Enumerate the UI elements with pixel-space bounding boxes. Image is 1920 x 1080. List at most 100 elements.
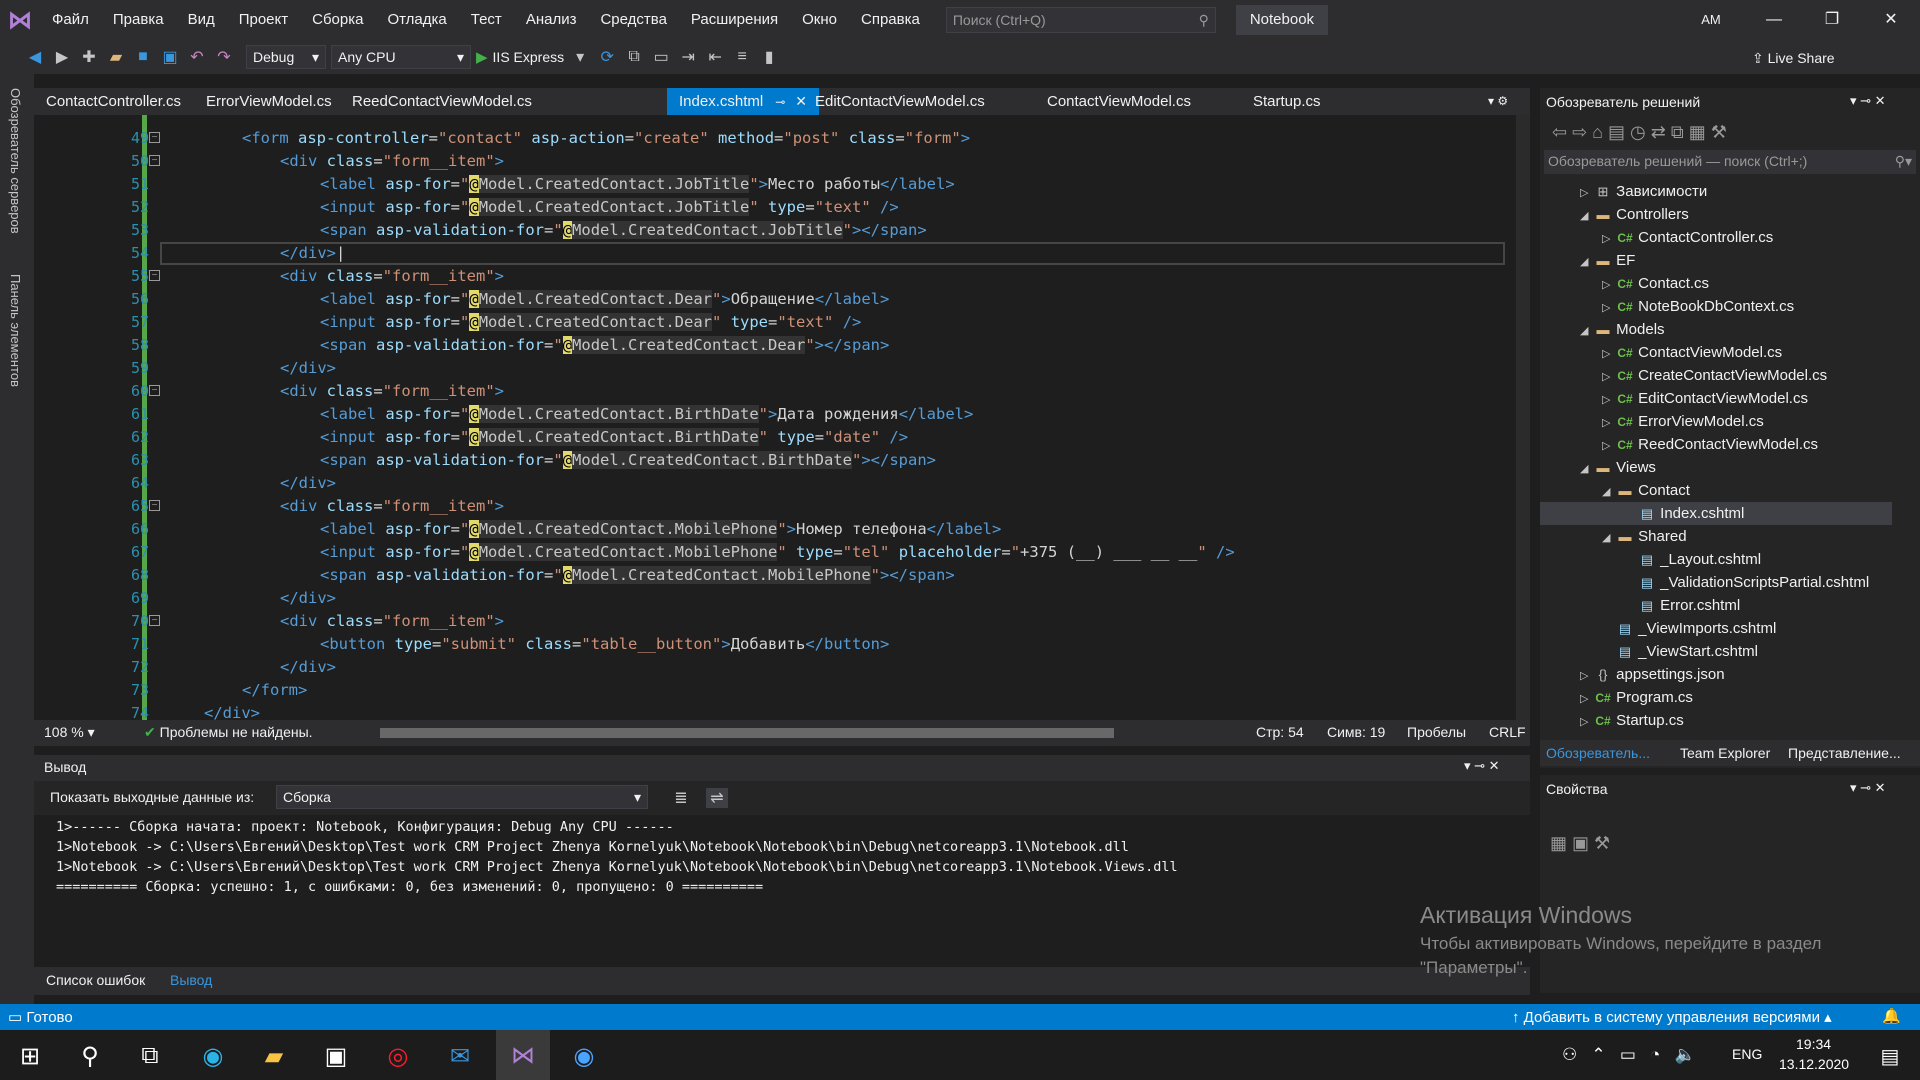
source-control-button[interactable]: ↑ Добавить в систему управления версиями… xyxy=(1512,1008,1832,1026)
edge-icon[interactable]: ◉ xyxy=(195,1038,231,1074)
tree-item[interactable]: ▷ C# Startup.cs xyxy=(1580,709,1684,732)
undo-icon[interactable]: ↶ xyxy=(186,47,208,67)
issues-indicator[interactable]: ✔ Проблемы не найдены. xyxy=(144,724,313,741)
eol-indicator[interactable]: CRLF xyxy=(1489,724,1526,740)
fold-icon[interactable]: − xyxy=(149,500,160,511)
outdent-icon[interactable]: ⇤ xyxy=(704,47,726,67)
play-icon[interactable]: ▶ xyxy=(476,48,488,66)
panel-menu-icon[interactable]: ▾ ⊸ ✕ xyxy=(1464,758,1500,774)
tree-item[interactable]: ▤ _ViewImports.cshtml xyxy=(1602,617,1776,640)
menu-view[interactable]: Вид xyxy=(176,0,227,40)
tree-item[interactable]: ◢ ▬ Contact xyxy=(1602,479,1690,502)
save-icon[interactable]: ■ xyxy=(132,48,154,66)
chrome-icon[interactable]: ◉ xyxy=(566,1038,602,1074)
tab-startup[interactable]: Startup.cs xyxy=(1241,88,1333,115)
search-icon[interactable]: ⚲ xyxy=(72,1038,108,1074)
open-folder-icon[interactable]: ▰ xyxy=(105,47,127,67)
properties-toolbar-icon[interactable]: ▦ ▣ ⚒ xyxy=(1550,833,1610,854)
tree-item[interactable]: ◢ ▬ Shared xyxy=(1602,525,1687,548)
fold-icon[interactable]: − xyxy=(149,132,160,143)
tree-item[interactable]: ▤ _Layout.cshtml xyxy=(1624,548,1761,571)
file-explorer-icon[interactable]: ▰ xyxy=(256,1038,292,1074)
system-tray-icons[interactable]: ⚇ ⌃ ▭ ◔ 🔈 xyxy=(1562,1045,1696,1065)
word-wrap-icon[interactable]: ⇌ xyxy=(706,788,728,808)
menu-window[interactable]: Окно xyxy=(790,0,849,40)
menu-file[interactable]: Файл xyxy=(40,0,101,40)
tab-solution-explorer[interactable]: Обозреватель... xyxy=(1546,745,1650,761)
tree-item[interactable]: ◢ ▬ Controllers xyxy=(1580,203,1689,226)
tree-item[interactable]: ▷ C# ContactController.cs xyxy=(1602,226,1773,249)
clock-date[interactable]: 13.12.2020 xyxy=(1779,1056,1849,1072)
output-pane[interactable]: 1>------ Сборка начата: проект: Notebook… xyxy=(34,815,1530,945)
store-icon[interactable]: ▣ xyxy=(318,1038,354,1074)
code-editor[interactable]: 49 50 51 52 53 54 55 56 57 58 59 60 61 6… xyxy=(34,115,1516,720)
tab-contactviewmodel[interactable]: ContactViewModel.cs xyxy=(1035,88,1203,115)
menu-build[interactable]: Сборка xyxy=(300,0,375,40)
search-input[interactable]: Поиск (Ctrl+Q) ⚲ xyxy=(945,7,1216,33)
menu-debug[interactable]: Отладка xyxy=(375,0,458,40)
tree-item[interactable]: ◢ ▬ Views xyxy=(1580,456,1656,479)
editor-vertical-scrollbar[interactable] xyxy=(1516,115,1530,720)
tree-item[interactable]: ◢ ▬ Models xyxy=(1580,318,1665,341)
menu-analyze[interactable]: Анализ xyxy=(514,0,589,40)
save-all-icon[interactable]: ▣ xyxy=(159,47,181,67)
solution-search-input[interactable]: Обозреватель решений — поиск (Ctrl+;) ⚲▾ xyxy=(1544,150,1916,174)
live-share-button[interactable]: ⇪ Live Share xyxy=(1752,50,1835,67)
indent-icon[interactable]: ⇥ xyxy=(677,47,699,67)
editor-horizontal-scrollbar[interactable] xyxy=(380,728,1114,738)
tree-item[interactable]: ▷ C# Contact.cs xyxy=(1602,272,1709,295)
fold-icon[interactable]: − xyxy=(149,615,160,626)
tree-item[interactable]: ▤ _ValidationScriptsPartial.cshtml xyxy=(1624,571,1869,594)
clear-icon[interactable]: ≣ xyxy=(670,788,692,808)
menu-extensions[interactable]: Расширения xyxy=(679,0,790,40)
platform-dropdown[interactable]: Any CPU ▾ xyxy=(331,45,471,69)
tree-item[interactable]: ▷ C# NoteBookDbContext.cs xyxy=(1602,295,1794,318)
chevron-down-icon[interactable]: ▾ xyxy=(569,47,591,67)
tree-item[interactable]: ▤ _ViewStart.cshtml xyxy=(1602,640,1758,663)
mail-icon[interactable]: ✉ xyxy=(442,1038,478,1074)
zoom-dropdown[interactable]: 108 % ▾ xyxy=(44,724,95,741)
run-button[interactable]: IIS Express xyxy=(493,49,565,65)
solution-explorer-toolbar[interactable]: ⇦ ⇨ ⌂ ▤ ◷ ⇄ ⧉ ▦ ⚒ xyxy=(1544,118,1916,146)
tree-item[interactable]: ▷ ⊞ Зависимости xyxy=(1580,180,1707,203)
tab-overflow-icon[interactable]: ▾ ⚙ xyxy=(1484,88,1512,115)
avatar[interactable]: AM xyxy=(1697,8,1725,32)
output-source-dropdown[interactable]: Сборка ▾ xyxy=(276,785,648,809)
menu-test[interactable]: Тест xyxy=(459,0,514,40)
maximize-icon[interactable]: ❐ xyxy=(1803,0,1861,40)
visual-studio-logo-icon[interactable]: ⋈ xyxy=(0,0,40,40)
tab-editcontactviewmodel[interactable]: EditContactViewModel.cs xyxy=(803,88,997,115)
tree-item[interactable]: ▷ C# ErrorViewModel.cs xyxy=(1602,410,1764,433)
minimize-icon[interactable]: — xyxy=(1745,0,1803,40)
fold-icon[interactable]: − xyxy=(149,270,160,281)
action-center-icon[interactable]: ▤ xyxy=(1872,1038,1908,1074)
menu-help[interactable]: Справка xyxy=(849,0,932,40)
tree-item[interactable]: ▷ C# EditContactViewModel.cs xyxy=(1602,387,1808,410)
panel-menu-icon[interactable]: ▾ ⊸ ✕ xyxy=(1850,93,1886,109)
language-indicator[interactable]: ENG xyxy=(1732,1046,1762,1062)
clock-time[interactable]: 19:34 xyxy=(1796,1036,1831,1052)
fold-icon[interactable]: − xyxy=(149,385,160,396)
menu-project[interactable]: Проект xyxy=(227,0,300,40)
toolbox-tab[interactable]: Панель элементов xyxy=(8,274,23,387)
tree-item[interactable]: ▤ Error.cshtml xyxy=(1624,594,1740,617)
tree-item[interactable]: ▷{} appsettings.json xyxy=(1580,663,1725,686)
panel-menu-icon[interactable]: ▾ ⊸ ✕ xyxy=(1850,780,1886,796)
menu-tools[interactable]: Средства xyxy=(588,0,678,40)
fold-icon[interactable]: − xyxy=(149,155,160,166)
whitespace-indicator[interactable]: Пробелы xyxy=(1407,724,1466,740)
tree-item[interactable]: ▷ C# ReedContactViewModel.cs xyxy=(1602,433,1818,456)
browser-link-icon[interactable]: ⧉ xyxy=(623,48,645,66)
opera-icon[interactable]: ◎ xyxy=(380,1038,416,1074)
pin-icon[interactable]: ⊸ xyxy=(775,95,785,109)
tab-team-explorer[interactable]: Team Explorer xyxy=(1680,745,1770,761)
tab-reedcontactviewmodel[interactable]: ReedContactViewModel.cs xyxy=(340,88,544,115)
task-view-icon[interactable]: ⧉ xyxy=(132,1038,168,1074)
close-icon[interactable]: ✕ xyxy=(1862,0,1920,40)
start-icon[interactable]: ⊞ xyxy=(12,1038,48,1074)
tab-index-cshtml[interactable]: Index.cshtml ⊸ ✕ xyxy=(667,88,819,115)
screen-icon[interactable]: ▭ xyxy=(650,47,672,67)
refresh-icon[interactable]: ⟳ xyxy=(596,47,618,67)
visual-studio-taskbar-icon[interactable]: ⋈ xyxy=(496,1030,550,1080)
tree-item[interactable]: ▷ C# Program.cs xyxy=(1580,686,1693,709)
